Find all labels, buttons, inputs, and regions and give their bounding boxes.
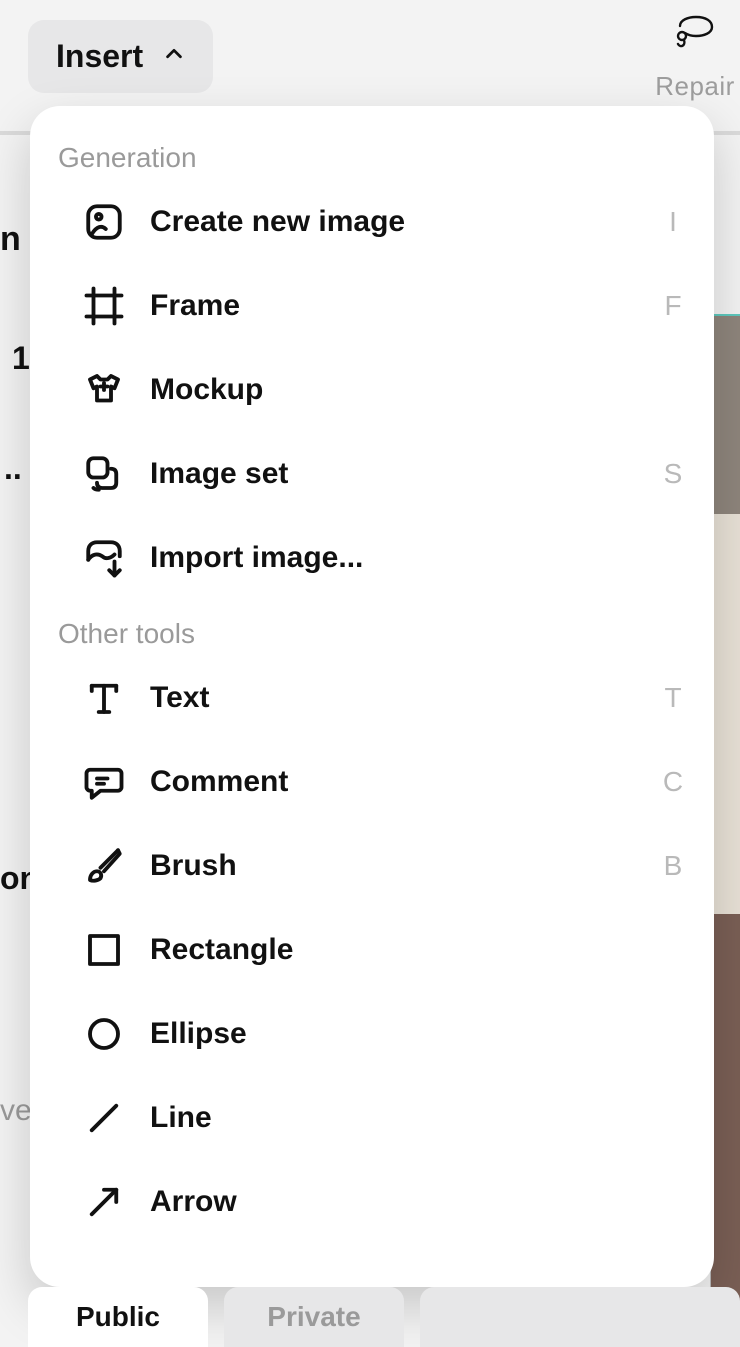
menu-item-brush[interactable]: Brush B (58, 824, 698, 908)
menu-item-label: Rectangle (150, 933, 648, 967)
menu-item-label: Frame (150, 289, 648, 323)
menu-item-arrow[interactable]: Arrow (58, 1160, 698, 1244)
mockup-icon (58, 369, 150, 411)
chevron-up-icon (163, 43, 185, 71)
section-title: Generation (58, 142, 698, 180)
menu-item-label: Text (150, 681, 648, 715)
comment-icon (58, 761, 150, 803)
section-title: Other tools (58, 618, 698, 656)
menu-item-shortcut: I (648, 206, 698, 238)
arrow-icon (58, 1181, 150, 1223)
menu-item-shortcut: T (648, 682, 698, 714)
menu-item-ellipse[interactable]: Ellipse (58, 992, 698, 1076)
repair-tool[interactable]: Repair (650, 14, 740, 102)
insert-dropdown-button[interactable]: Insert (28, 20, 213, 93)
frame-icon (58, 285, 150, 327)
menu-section-generation: Generation Create new image I Frame F Mo… (58, 142, 698, 600)
menu-item-line[interactable]: Line (58, 1076, 698, 1160)
menu-item-label: Image set (150, 457, 648, 491)
menu-item-text[interactable]: Text T (58, 656, 698, 740)
bottom-tabs: Public Private (0, 1287, 740, 1347)
menu-item-shortcut: F (648, 290, 698, 322)
import-icon (58, 537, 150, 579)
lasso-icon (650, 14, 740, 57)
bg-text-n: n (0, 220, 21, 259)
insert-menu-panel: Generation Create new image I Frame F Mo… (30, 106, 714, 1287)
tab-label: Private (267, 1301, 360, 1333)
brush-icon (58, 845, 150, 887)
insert-button-label: Insert (56, 38, 143, 75)
menu-item-label: Import image... (150, 541, 648, 575)
menu-item-label: Ellipse (150, 1017, 648, 1051)
menu-item-mockup[interactable]: Mockup (58, 348, 698, 432)
menu-item-image-set[interactable]: Image set S (58, 432, 698, 516)
repair-label: Repair (650, 71, 740, 102)
text-icon (58, 677, 150, 719)
ellipse-icon (58, 1013, 150, 1055)
line-icon (58, 1097, 150, 1139)
menu-item-comment[interactable]: Comment C (58, 740, 698, 824)
menu-item-label: Mockup (150, 373, 648, 407)
menu-item-import-image[interactable]: Import image... (58, 516, 698, 600)
bg-text-1: 1 (12, 340, 30, 377)
menu-item-shortcut: C (648, 766, 698, 798)
topbar: Insert Repair (0, 0, 740, 120)
menu-item-rectangle[interactable]: Rectangle (58, 908, 698, 992)
menu-item-label: Arrow (150, 1185, 648, 1219)
tab-extra[interactable] (420, 1287, 740, 1347)
menu-item-shortcut: S (648, 458, 698, 490)
tab-public[interactable]: Public (28, 1287, 208, 1347)
tab-private[interactable]: Private (224, 1287, 404, 1347)
menu-item-label: Line (150, 1101, 648, 1135)
tab-label: Public (76, 1301, 160, 1333)
bg-text-ellipsis: .. (4, 450, 22, 487)
menu-item-label: Brush (150, 849, 648, 883)
menu-section-other-tools: Other tools Text T Comment C Brush B (58, 618, 698, 1244)
menu-item-label: Create new image (150, 205, 648, 239)
menu-item-shortcut: B (648, 850, 698, 882)
menu-item-create-new-image[interactable]: Create new image I (58, 180, 698, 264)
menu-item-frame[interactable]: Frame F (58, 264, 698, 348)
background-image-strip (710, 314, 740, 1334)
image-icon (58, 201, 150, 243)
menu-item-label: Comment (150, 765, 648, 799)
image-set-icon (58, 453, 150, 495)
rectangle-icon (58, 929, 150, 971)
